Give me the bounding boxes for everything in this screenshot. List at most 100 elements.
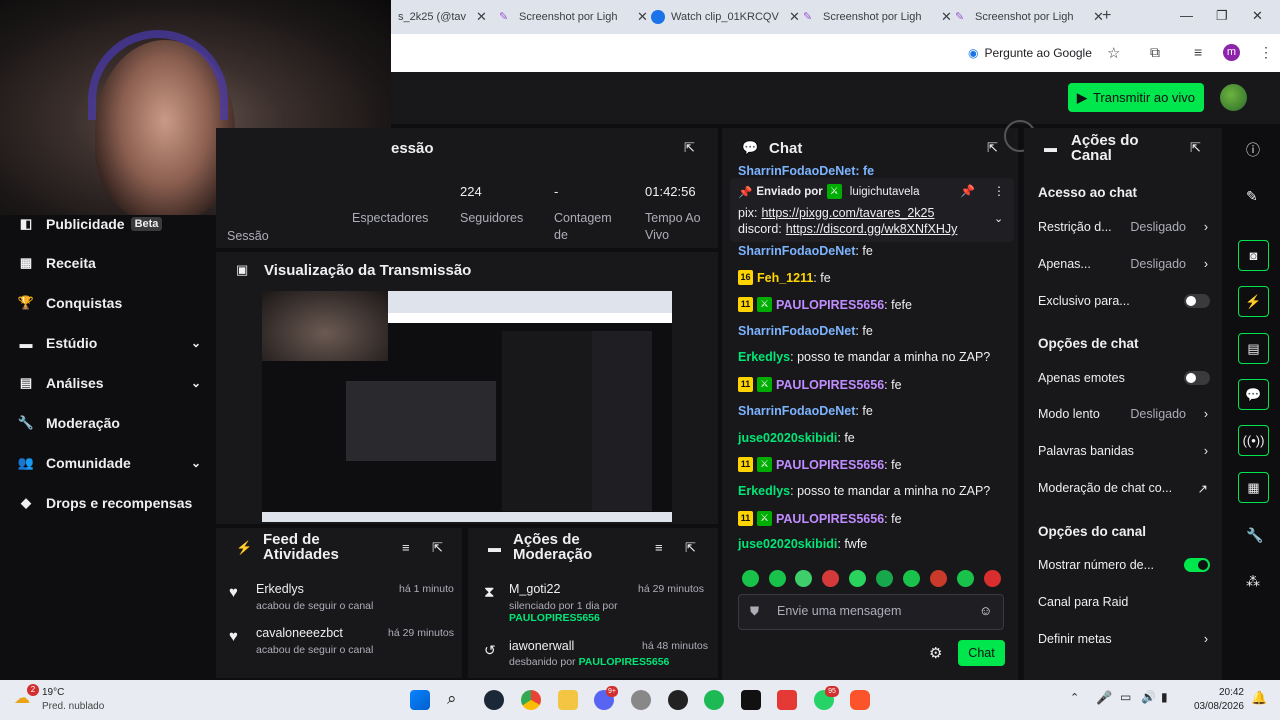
- emote-icon[interactable]: [984, 570, 1001, 587]
- emote-icon[interactable]: [876, 570, 893, 587]
- minimize-button[interactable]: —: [1180, 8, 1193, 23]
- weather-temp[interactable]: 19°C: [42, 687, 64, 698]
- browser-tab[interactable]: ✎ Screenshot por Ligh ✕: [797, 4, 958, 30]
- slow-mode-row[interactable]: Modo lento Desligado ›: [1038, 407, 1210, 421]
- emote-icon[interactable]: [769, 570, 786, 587]
- chat-message[interactable]: 11 ⚔ PAULOPIRES5656: fe: [738, 511, 902, 526]
- chat-message[interactable]: 11 ⚔ PAULOPIRES5656: fe: [738, 377, 902, 392]
- browser-tab[interactable]: ✎ Screenshot por Ligh ✕: [949, 4, 1110, 30]
- emote-icon[interactable]: [742, 570, 759, 587]
- chat-message[interactable]: Erkedlys: posso te mandar a minha no ZAP…: [738, 484, 990, 498]
- chat-message[interactable]: Erkedlys: posso te mandar a minha no ZAP…: [738, 350, 990, 364]
- go-live-button[interactable]: ▶ Transmitir ao vivo: [1068, 83, 1204, 112]
- quick-action-button[interactable]: ◙: [1238, 240, 1269, 271]
- clock-time[interactable]: 20:42: [1192, 687, 1244, 698]
- volume-icon[interactable]: 🔊: [1141, 690, 1156, 704]
- banned-words-row[interactable]: Palavras banidas ›: [1038, 444, 1210, 458]
- popout-icon[interactable]: ⇱: [987, 140, 998, 156]
- chevron-down-icon[interactable]: ⌄: [994, 212, 1003, 225]
- sidebar-item-moderation[interactable]: 🔧 Moderação: [18, 411, 198, 435]
- emote-icon[interactable]: [930, 570, 947, 587]
- chat-username[interactable]: Erkedlys: [738, 484, 790, 498]
- spotify-icon[interactable]: [704, 690, 724, 710]
- pencil-icon[interactable]: ✎: [1246, 188, 1258, 205]
- mod-target-user[interactable]: iawonerwall: [509, 639, 574, 653]
- settings-icon[interactable]: [631, 690, 651, 710]
- pinned-author[interactable]: luigichutavela: [850, 186, 920, 198]
- steam-icon[interactable]: [484, 690, 504, 710]
- popout-icon[interactable]: ⇱: [685, 540, 696, 556]
- menu-icon[interactable]: ⋮: [1259, 44, 1273, 61]
- sidebar-item-achievements[interactable]: 🏆 Conquistas: [18, 291, 198, 315]
- pix-link[interactable]: https://pixgg.com/tavares_2k25: [761, 206, 934, 220]
- mod-target-user[interactable]: M_goti22: [509, 582, 560, 596]
- discord-link[interactable]: https://discord.gg/wk8XNfXHJy: [786, 222, 958, 236]
- chat-username[interactable]: PAULOPIRES5656: [776, 378, 884, 392]
- emote-icon[interactable]: [903, 570, 920, 587]
- sidebar-item-community[interactable]: 👥 Comunidade ⌄: [18, 451, 201, 475]
- brave-icon[interactable]: [850, 690, 870, 710]
- browser-tab[interactable]: Watch clip_01KRCQV ✕: [645, 4, 806, 30]
- chat-username[interactable]: PAULOPIRES5656: [776, 458, 884, 472]
- chat-username[interactable]: SharrinFodaoDeNet: [738, 244, 855, 258]
- chat-username[interactable]: PAULOPIRES5656: [776, 298, 884, 312]
- chat-username[interactable]: Erkedlys: [738, 350, 790, 364]
- chat-message[interactable]: SharrinFodaoDeNet: fe: [738, 324, 873, 338]
- windows-start-icon[interactable]: [410, 690, 430, 710]
- chat-message[interactable]: juse02020skibidi: fe: [738, 431, 855, 445]
- sidebar-item-ads[interactable]: ◧ Publicidade Beta: [18, 212, 198, 236]
- quick-action-button[interactable]: ▦: [1238, 472, 1269, 503]
- exclusive-toggle[interactable]: [1184, 294, 1210, 308]
- mod-by-user[interactable]: PAULOPIRES5656: [509, 612, 600, 624]
- pdf-icon[interactable]: [777, 690, 797, 710]
- sidebar-item-analytics[interactable]: ▤ Análises ⌄: [18, 371, 201, 395]
- sidebar-item-drops[interactable]: ◆ Drops e recompensas: [18, 491, 198, 515]
- chat-message[interactable]: 11 ⚔ PAULOPIRES5656: fe: [738, 457, 902, 472]
- emote-icon[interactable]: [957, 570, 974, 587]
- profile-avatar[interactable]: m: [1223, 44, 1240, 61]
- chat-message[interactable]: SharrinFodaoDeNet: fe: [738, 244, 873, 258]
- clock-date[interactable]: 03/08/2026: [1186, 701, 1244, 712]
- browser-tab[interactable]: ✎ Screenshot por Ligh ✕: [493, 4, 654, 30]
- chat-message[interactable]: SharrinFodaoDeNet: fe: [738, 404, 873, 418]
- chat-username[interactable]: SharrinFodaoDeNet: [738, 404, 855, 418]
- popout-icon[interactable]: ⇱: [684, 140, 695, 156]
- emoji-icon[interactable]: ☺: [979, 603, 992, 618]
- search-icon[interactable]: ⌕: [447, 689, 457, 709]
- ask-google-button[interactable]: ◉ Pergunte ao Google: [968, 46, 1092, 60]
- chat-message[interactable]: 11 ⚔ PAULOPIRES5656: fefe: [738, 297, 912, 312]
- obs-icon[interactable]: [668, 690, 688, 710]
- info-icon[interactable]: ⓘ: [1246, 140, 1260, 160]
- folder-icon[interactable]: [558, 690, 578, 710]
- quick-action-button[interactable]: ▤: [1238, 333, 1269, 364]
- chat-username[interactable]: juse02020skibidi: [738, 431, 837, 445]
- microphone-icon[interactable]: 🎤: [1096, 690, 1112, 706]
- close-window-button[interactable]: ✕: [1252, 8, 1263, 24]
- filter-icon[interactable]: ≡: [402, 540, 410, 555]
- emotes-only-toggle[interactable]: [1184, 371, 1210, 385]
- raid-row[interactable]: Canal para Raid: [1038, 595, 1210, 609]
- emote-icon[interactable]: [849, 570, 866, 587]
- extensions-icon[interactable]: ⧉: [1150, 44, 1160, 61]
- notification-bell-icon[interactable]: 🔔: [1251, 690, 1267, 706]
- quick-action-button[interactable]: ⚡: [1238, 286, 1269, 317]
- popout-icon[interactable]: ⇱: [1190, 140, 1201, 156]
- close-icon[interactable]: ✕: [476, 9, 487, 25]
- apenas-row[interactable]: Apenas... Desligado ›: [1038, 257, 1210, 271]
- sidebar-item-revenue[interactable]: ▦ Receita: [18, 251, 198, 275]
- goals-row[interactable]: Definir metas ›: [1038, 632, 1210, 646]
- network-icon[interactable]: ▭: [1120, 690, 1131, 704]
- chevron-up-icon[interactable]: ⌃: [1070, 691, 1079, 704]
- filter-icon[interactable]: ≡: [655, 540, 663, 555]
- show-number-toggle[interactable]: [1184, 558, 1210, 572]
- user-avatar[interactable]: [1220, 84, 1247, 111]
- gear-icon[interactable]: ⚙: [929, 644, 942, 662]
- chat-username[interactable]: Feh_1211: [757, 271, 813, 285]
- chat-username[interactable]: PAULOPIRES5656: [776, 512, 884, 526]
- activity-user[interactable]: cavaloneeezbct: [256, 626, 343, 640]
- chat-send-button[interactable]: Chat: [958, 640, 1005, 666]
- quick-action-button[interactable]: ((•)): [1238, 425, 1269, 456]
- reading-list-icon[interactable]: ≡: [1194, 44, 1202, 60]
- share-icon[interactable]: ⁂: [1246, 573, 1260, 590]
- chat-username[interactable]: SharrinFodaoDeNet: [738, 324, 855, 338]
